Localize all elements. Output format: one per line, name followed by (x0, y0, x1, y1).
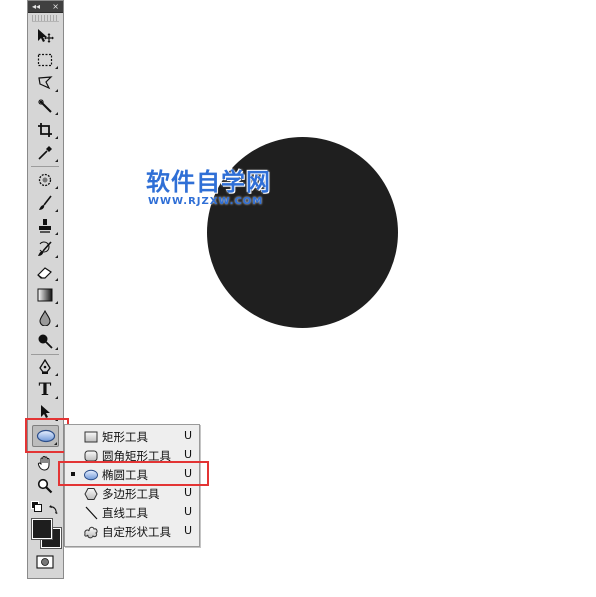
dodge-tool[interactable] (31, 331, 59, 351)
pen-icon (39, 359, 51, 374)
type-icon: T (38, 380, 52, 400)
polygon-icon (83, 486, 99, 501)
ellipse-menu-item-highlight (58, 461, 209, 486)
foreground-color-swatch[interactable] (31, 518, 53, 540)
gradient-icon (37, 288, 53, 302)
rectangle-icon (83, 429, 99, 444)
eraser-tool[interactable] (31, 262, 59, 282)
stamp-icon (39, 219, 51, 233)
move-icon (38, 29, 54, 43)
healing-brush-tool[interactable] (31, 170, 59, 190)
default-colors-icon[interactable] (31, 501, 42, 512)
menu-item-rectangle-tool[interactable]: 矩形工具 U (65, 427, 199, 446)
clone-stamp-tool[interactable] (31, 216, 59, 236)
watermark: 软件自学网 WWW.RJZXW.COM (146, 168, 296, 208)
quick-mask-button[interactable] (31, 552, 59, 572)
menu-item-line-tool[interactable]: 直线工具 U (65, 503, 199, 522)
crop-tool[interactable] (31, 120, 59, 140)
tool-list: T (27, 0, 64, 579)
blur-tool[interactable] (31, 308, 59, 328)
magic-wand-icon (38, 99, 52, 113)
lasso-tool[interactable] (31, 73, 59, 93)
custom-shape-icon (83, 524, 99, 539)
brush-tool[interactable] (31, 193, 59, 213)
history-brush-icon (38, 241, 52, 256)
gradient-tool[interactable] (31, 285, 59, 305)
eraser-icon (37, 267, 52, 279)
ellipse-shape[interactable] (207, 137, 398, 328)
line-icon (83, 505, 99, 520)
ellipse-tool-highlight (25, 418, 69, 453)
menu-item-polygon-tool[interactable]: 多边形工具 U (65, 484, 199, 503)
drop-icon (39, 310, 51, 326)
eyedropper-tool[interactable] (31, 143, 59, 163)
marquee-tool[interactable] (31, 50, 59, 70)
hand-icon (37, 456, 50, 471)
rect-marquee-icon (37, 53, 53, 67)
polygon-lasso-icon (38, 76, 53, 90)
move-tool[interactable] (31, 26, 59, 46)
crop-icon (38, 123, 52, 137)
zoom-tool[interactable] (31, 476, 59, 496)
brush-icon (39, 195, 52, 210)
watermark-title: 软件自学网 (146, 168, 271, 196)
type-tool[interactable]: T (31, 380, 59, 400)
pen-tool[interactable] (31, 357, 59, 377)
menu-item-custom-shape-tool[interactable]: 自定形状工具 U (65, 522, 199, 541)
swap-colors-icon[interactable] (48, 500, 60, 514)
watermark-url: WWW.RJZXW.COM (148, 196, 264, 207)
quick-mask-icon (36, 555, 54, 569)
magic-wand-tool[interactable] (31, 96, 59, 116)
zoom-icon (37, 478, 53, 494)
healing-icon (38, 173, 52, 187)
eyedropper-icon (38, 146, 52, 160)
history-brush-tool[interactable] (31, 239, 59, 259)
dodge-icon (38, 334, 53, 349)
hand-tool[interactable] (31, 453, 59, 473)
